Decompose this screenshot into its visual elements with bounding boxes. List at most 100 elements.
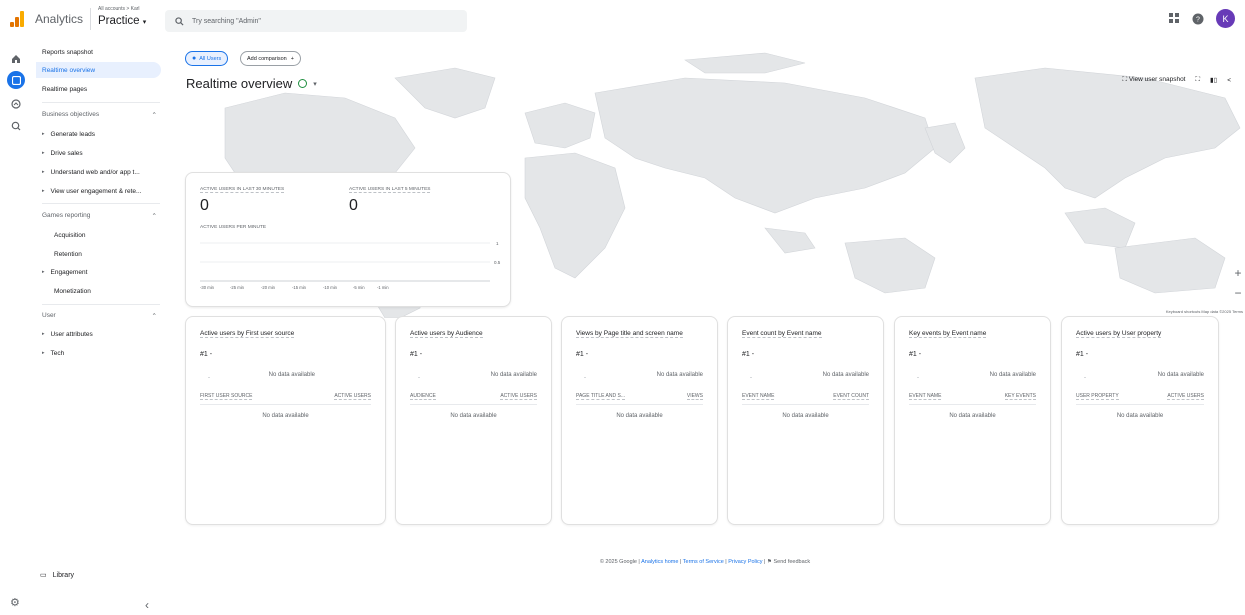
metric-label: Active users in last 30 minutes <box>200 187 285 193</box>
divider <box>42 203 160 204</box>
divider <box>742 404 869 405</box>
apps-grid-icon[interactable] <box>1169 13 1180 24</box>
svg-text:?: ? <box>1196 16 1200 23</box>
sidebar-item-monetization[interactable]: Monetization <box>36 283 161 299</box>
feedback-icon: ⚑ <box>767 559 772 565</box>
advertising-icon[interactable] <box>7 117 25 135</box>
sidebar-item-retention[interactable]: Retention <box>36 246 161 262</box>
card-title[interactable]: Active users by First user source <box>200 330 295 338</box>
column-header[interactable]: Key events <box>1004 393 1036 400</box>
plus-icon: + <box>290 55 294 62</box>
view-user-snapshot-button[interactable]: ⛶ View user snapshot <box>1123 76 1186 84</box>
fullscreen-icon[interactable]: ⛶ <box>1195 76 1200 84</box>
page-title-text: Realtime overview <box>186 76 293 91</box>
property-picker[interactable]: Practice ▾ <box>98 15 146 27</box>
section-business-objectives[interactable]: Business objectives ⌃ <box>42 111 157 119</box>
account-avatar[interactable]: K <box>1216 9 1235 28</box>
card-title[interactable]: Event count by Event name <box>742 330 822 338</box>
sidebar-item-understand-traffic[interactable]: ▸ Understand web and/or app t... <box>36 164 161 180</box>
y-tick: 0.5 <box>494 260 501 265</box>
page-title: Realtime overview ▾ <box>186 76 317 91</box>
column-header[interactable]: First user source <box>200 393 253 400</box>
sidebar-item-realtime-overview[interactable]: Realtime overview <box>36 62 161 78</box>
sidebar-item-engagement[interactable]: ▸ Engagement <box>36 264 161 280</box>
collapse-sidebar-icon[interactable]: ‹ <box>145 598 149 612</box>
no-data-text: No data available <box>262 413 309 419</box>
terms-link[interactable]: Terms of Service <box>683 559 724 565</box>
column-header[interactable]: Active users <box>1167 393 1204 400</box>
card-rank: #1 - <box>576 351 589 358</box>
divider <box>410 404 537 405</box>
add-comparison-button[interactable]: Add comparison + <box>240 51 301 66</box>
column-header[interactable]: Event name <box>742 393 775 400</box>
column-header[interactable]: Page title and s... <box>576 393 625 400</box>
section-user[interactable]: User ⌃ <box>42 312 157 320</box>
sidebar-item-drive-sales[interactable]: ▸ Drive sales <box>36 145 161 161</box>
column-header[interactable]: Active users <box>500 393 537 400</box>
sidebar-item-generate-leads[interactable]: ▸ Generate leads <box>36 126 161 142</box>
column-header[interactable]: Event name <box>909 393 942 400</box>
snapshot-icon: ⛶ <box>1122 76 1128 83</box>
sidebar-item-tech[interactable]: ▸ Tech <box>36 345 161 361</box>
analytics-logo-icon[interactable] <box>10 11 24 27</box>
expand-arrow-icon: ▸ <box>42 350 45 356</box>
search-input[interactable]: Try searching "Admin" <box>165 10 467 32</box>
column-header[interactable]: User property <box>1076 393 1119 400</box>
section-games-reporting[interactable]: Games reporting ⌃ <box>42 212 157 220</box>
no-data-text: No data available <box>949 413 996 419</box>
sidebar-item-view-engagement[interactable]: ▸ View user engagement & rete... <box>36 183 161 199</box>
expand-arrow-icon: ▸ <box>42 131 45 137</box>
help-icon[interactable]: ? <box>1192 13 1204 25</box>
card-title[interactable]: Views by Page title and screen name <box>576 330 683 338</box>
explore-icon[interactable] <box>7 95 25 113</box>
folder-icon: ▭ <box>40 572 47 579</box>
all-users-chip[interactable]: ● All Users <box>185 51 229 66</box>
section-title: Games reporting <box>42 212 91 219</box>
no-data-text: No data available <box>268 372 315 378</box>
gear-icon[interactable]: ⚙ <box>10 596 20 609</box>
zoom-in-button[interactable]: + <box>1231 264 1245 282</box>
share-icon[interactable]: < <box>1227 77 1231 84</box>
zoom-out-button[interactable]: − <box>1231 284 1245 302</box>
sidebar-item-label: Realtime overview <box>42 66 96 74</box>
sidebar-item-acquisition[interactable]: Acquisition <box>36 227 161 243</box>
chart-label: Active users per minute <box>200 225 267 230</box>
reports-icon[interactable] <box>7 71 25 89</box>
column-header[interactable]: Views <box>686 393 703 400</box>
expand-arrow-icon: ▸ <box>42 331 45 337</box>
x-tick: -20 min <box>261 285 276 290</box>
sidebar-item-label: Acquisition <box>54 231 86 239</box>
send-feedback-link[interactable]: Send feedback <box>773 559 810 565</box>
column-header[interactable]: Active users <box>334 393 371 400</box>
home-icon[interactable] <box>7 50 25 68</box>
analytics-home-link[interactable]: Analytics home <box>641 559 678 565</box>
column-header[interactable]: Audience <box>410 393 436 400</box>
chevron-down-icon: ▾ <box>142 19 147 26</box>
sidebar-item-user-attributes[interactable]: ▸ User attributes <box>36 326 161 342</box>
metric-label: Active users in last 5 minutes <box>349 187 431 193</box>
card-rank: #1 - <box>1076 351 1089 358</box>
divider <box>1076 404 1204 405</box>
per-minute-chart: 1 0.5 -30 min -25 min -20 min -15 min -1… <box>200 241 501 290</box>
card-title[interactable]: Active users by Audience <box>410 330 483 338</box>
sidebar-item-reports-snapshot[interactable]: Reports snapshot <box>36 44 161 60</box>
button-label: View user snapshot <box>1128 76 1186 83</box>
chevron-down-icon[interactable]: ▾ <box>313 80 317 88</box>
card-title[interactable]: Active users by User property <box>1076 330 1162 338</box>
account-breadcrumb[interactable]: All accounts > Karl <box>98 6 140 12</box>
card-rank: #1 - <box>742 351 755 358</box>
sidebar-item-label: User attributes <box>50 330 93 338</box>
column-header[interactable]: Event count <box>833 393 869 400</box>
x-tick: -15 min <box>292 285 307 290</box>
chip-label: Add comparison <box>247 55 287 62</box>
sidebar-item-library[interactable]: ▭ Library <box>40 571 74 580</box>
sidebar-item-realtime-pages[interactable]: Realtime pages <box>36 81 161 97</box>
card-title[interactable]: Key events by Event name <box>909 330 987 338</box>
metric-value: 0 <box>349 197 358 214</box>
card-first-user-source: Active users by First user source #1 - -… <box>185 316 386 525</box>
privacy-link[interactable]: Privacy Policy <box>728 559 762 565</box>
divider <box>909 404 1036 405</box>
card-rank: #1 - <box>410 351 423 358</box>
sidebar-item-label: Generate leads <box>50 130 95 138</box>
compare-icon[interactable]: ▮▯ <box>1210 76 1217 84</box>
